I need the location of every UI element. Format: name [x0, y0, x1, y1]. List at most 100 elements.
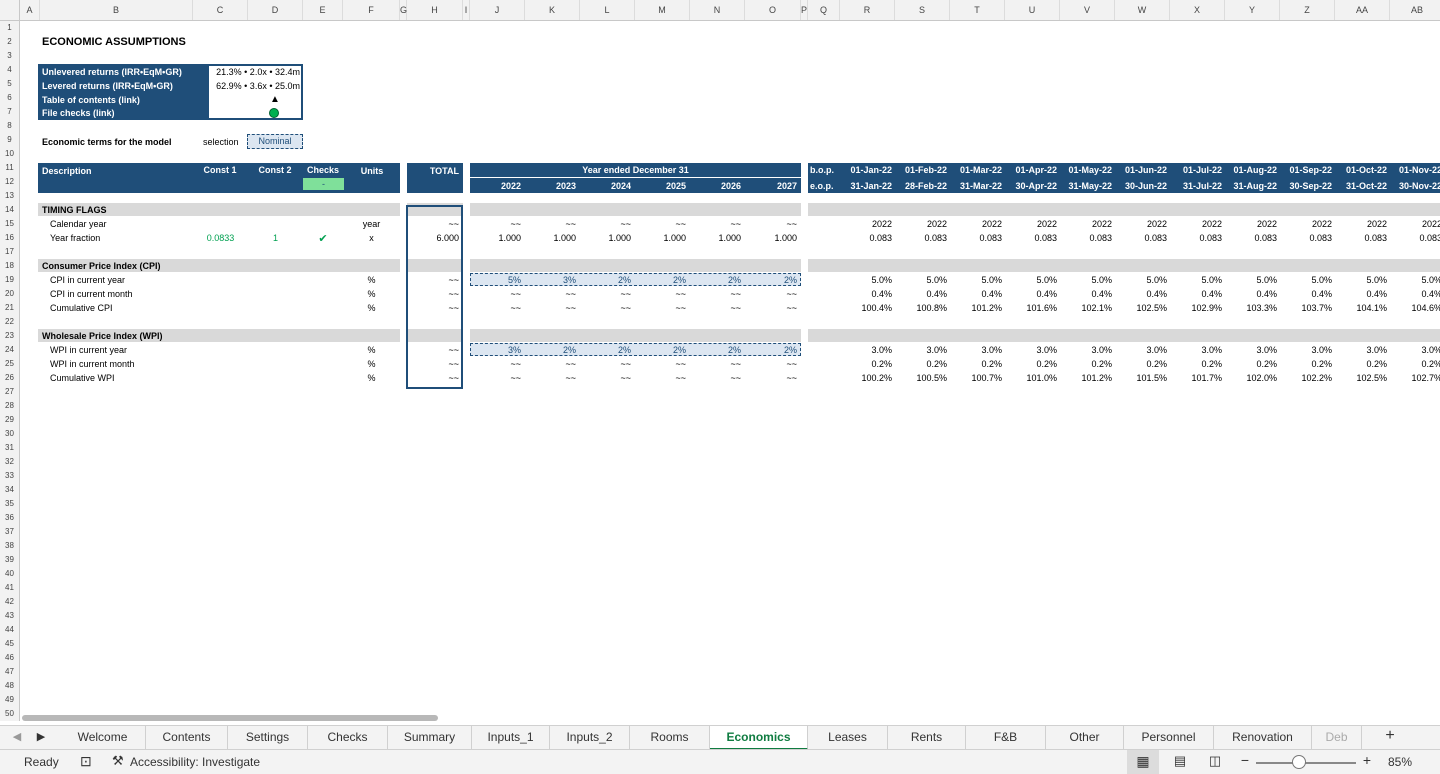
row-header[interactable]: 20 — [0, 287, 20, 301]
row-header[interactable]: 27 — [0, 385, 20, 399]
wpi-current-month-total[interactable]: ~~ — [407, 359, 459, 369]
cpi-current-year-monthly-cell[interactable]: 5.0% — [1335, 275, 1387, 285]
column-header[interactable]: N — [690, 0, 745, 20]
tab-checks[interactable]: Checks — [308, 726, 388, 750]
wpi-current-month-annual-cell[interactable]: ~~ — [635, 359, 686, 369]
toc-link-label[interactable]: Table of contents (link) — [42, 95, 140, 105]
wpi-current-month-monthly-cell[interactable]: 0.2% — [1115, 359, 1167, 369]
file-checks-link-label[interactable]: File checks (link) — [42, 108, 115, 118]
zoom-level[interactable]: 85% — [1388, 755, 1412, 769]
row-header[interactable]: 42 — [0, 595, 20, 609]
column-header[interactable]: U — [1005, 0, 1060, 20]
year-fraction-monthly-cell[interactable]: 0.083 — [1005, 233, 1057, 243]
column-header[interactable]: AA — [1335, 0, 1390, 20]
tab-rooms[interactable]: Rooms — [630, 726, 710, 750]
row-header[interactable]: 39 — [0, 553, 20, 567]
row-header[interactable]: 33 — [0, 469, 20, 483]
wpi-current-month-annual-cell[interactable]: ~~ — [745, 359, 797, 369]
row-header[interactable]: 6 — [0, 91, 20, 105]
cpi-current-year-annual-cell[interactable]: 5% — [470, 275, 521, 285]
calendar-year-annual-cell[interactable]: ~~ — [635, 219, 686, 229]
row-header[interactable]: 48 — [0, 679, 20, 693]
wpi-current-year-monthly-cell[interactable]: 3.0% — [1225, 345, 1277, 355]
calendar-year-monthly-cell[interactable]: 2022 — [895, 219, 947, 229]
cumulative-wpi-monthly-cell[interactable]: 100.7% — [950, 373, 1002, 383]
select-all-corner[interactable] — [0, 0, 20, 20]
tab-inputs-2[interactable]: Inputs_2 — [550, 726, 630, 750]
row-header[interactable]: 34 — [0, 483, 20, 497]
cumulative-cpi-monthly-cell[interactable]: 104.1% — [1335, 303, 1387, 313]
row-header[interactable]: 32 — [0, 455, 20, 469]
cumulative-cpi-annual-cell[interactable]: ~~ — [745, 303, 797, 313]
cpi-current-year-annual-cell[interactable]: 2% — [580, 275, 631, 285]
column-header[interactable]: D — [248, 0, 303, 20]
wpi-current-month-monthly-cell[interactable]: 0.2% — [950, 359, 1002, 369]
cumulative-wpi-annual-cell[interactable]: ~~ — [580, 373, 631, 383]
year-fraction-monthly-cell[interactable]: 0.083 — [895, 233, 947, 243]
wpi-current-year-monthly-cell[interactable]: 3.0% — [1060, 345, 1112, 355]
page-break-view-icon[interactable]: ◫ — [1203, 750, 1227, 774]
cpi-current-year-monthly-cell[interactable]: 5.0% — [1060, 275, 1112, 285]
cumulative-cpi-monthly-cell[interactable]: 104.6% — [1390, 303, 1440, 313]
cumulative-cpi-annual-cell[interactable]: ~~ — [525, 303, 576, 313]
cpi-current-month-annual-cell[interactable]: ~~ — [525, 289, 576, 299]
cumulative-wpi-monthly-cell[interactable]: 101.5% — [1115, 373, 1167, 383]
cpi-current-year-annual-cell[interactable]: 2% — [690, 275, 741, 285]
year-fraction-monthly-cell[interactable]: 0.083 — [1170, 233, 1222, 243]
column-header[interactable]: J — [470, 0, 525, 20]
wpi-current-month-monthly-cell[interactable]: 0.2% — [1170, 359, 1222, 369]
cpi-current-year-monthly-cell[interactable]: 5.0% — [950, 275, 1002, 285]
row-header[interactable]: 24 — [0, 343, 20, 357]
cumulative-wpi-total[interactable]: ~~ — [407, 373, 459, 383]
column-header[interactable]: W — [1115, 0, 1170, 20]
row-header[interactable]: 21 — [0, 301, 20, 315]
row-header[interactable]: 49 — [0, 693, 20, 707]
cpi-current-year-monthly-cell[interactable]: 5.0% — [1390, 275, 1440, 285]
year-fraction-monthly-cell[interactable]: 0.083 — [1335, 233, 1387, 243]
wpi-current-month-monthly-cell[interactable]: 0.2% — [840, 359, 892, 369]
row-header[interactable]: 28 — [0, 399, 20, 413]
tab-rents[interactable]: Rents — [888, 726, 966, 750]
cpi-current-month-monthly-cell[interactable]: 0.4% — [1280, 289, 1332, 299]
year-fraction-total[interactable]: 6.000 — [407, 233, 459, 243]
wpi-current-month-annual-cell[interactable]: ~~ — [690, 359, 741, 369]
column-header[interactable]: F — [343, 0, 400, 20]
calendar-year-monthly-cell[interactable]: 2022 — [1280, 219, 1332, 229]
cumulative-wpi-monthly-cell[interactable]: 100.2% — [840, 373, 892, 383]
wpi-current-month-annual-cell[interactable]: ~~ — [470, 359, 521, 369]
cpi-current-month-monthly-cell[interactable]: 0.4% — [895, 289, 947, 299]
row-header[interactable]: 19 — [0, 273, 20, 287]
row-header[interactable]: 4 — [0, 63, 20, 77]
cumulative-wpi-annual-cell[interactable]: ~~ — [635, 373, 686, 383]
wpi-current-year-annual-cell[interactable]: 3% — [470, 345, 521, 355]
calendar-year-monthly-cell[interactable]: 2022 — [950, 219, 1002, 229]
calendar-year-annual-cell[interactable]: ~~ — [525, 219, 576, 229]
row-header[interactable]: 16 — [0, 231, 20, 245]
cpi-current-year-monthly-cell[interactable]: 5.0% — [1115, 275, 1167, 285]
calendar-year-monthly-cell[interactable]: 2022 — [840, 219, 892, 229]
row-header[interactable]: 10 — [0, 147, 20, 161]
year-fraction-const2[interactable]: 1 — [248, 233, 303, 243]
tab-summary[interactable]: Summary — [388, 726, 472, 750]
cpi-current-month-annual-cell[interactable]: ~~ — [635, 289, 686, 299]
row-header[interactable]: 38 — [0, 539, 20, 553]
row-header[interactable]: 30 — [0, 427, 20, 441]
cumulative-cpi-monthly-cell[interactable]: 102.9% — [1170, 303, 1222, 313]
tab-economics[interactable]: Economics — [710, 726, 808, 750]
wpi-current-year-annual-cell[interactable]: 2% — [690, 345, 741, 355]
cumulative-cpi-total[interactable]: ~~ — [407, 303, 459, 313]
column-header[interactable]: R — [840, 0, 895, 20]
cpi-current-year-total[interactable]: ~~ — [407, 275, 459, 285]
selection-input[interactable]: Nominal — [247, 134, 303, 149]
tab-settings[interactable]: Settings — [228, 726, 308, 750]
row-header[interactable]: 43 — [0, 609, 20, 623]
calendar-year-monthly-cell[interactable]: 2022 — [1335, 219, 1387, 229]
calendar-year-annual-cell[interactable]: ~~ — [470, 219, 521, 229]
wpi-current-year-annual-cell[interactable]: 2% — [525, 345, 576, 355]
row-header[interactable]: 13 — [0, 189, 20, 203]
row-header[interactable]: 22 — [0, 315, 20, 329]
cumulative-cpi-monthly-cell[interactable]: 103.3% — [1225, 303, 1277, 313]
page-layout-view-icon[interactable]: ▤ — [1168, 750, 1192, 774]
year-fraction-monthly-cell[interactable]: 0.083 — [1115, 233, 1167, 243]
cumulative-wpi-annual-cell[interactable]: ~~ — [525, 373, 576, 383]
